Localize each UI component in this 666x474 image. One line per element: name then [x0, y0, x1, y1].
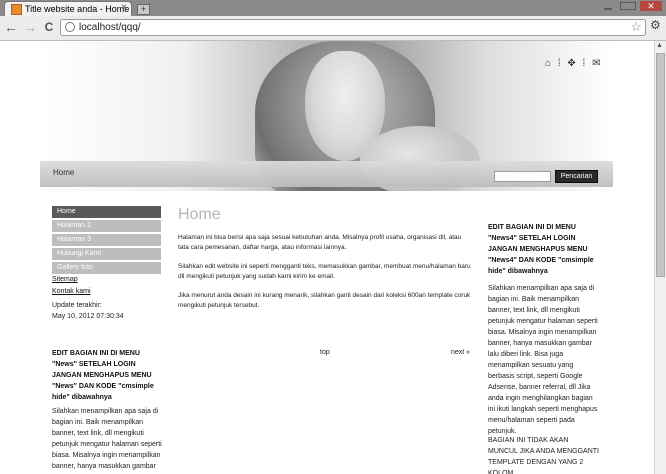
- top-link[interactable]: top: [320, 349, 330, 356]
- header-icons[interactable]: ⌂ ⁞ ✥ ⁞ ✉: [545, 58, 602, 69]
- address-bar[interactable]: localhost/qqq/ ☆: [60, 19, 646, 36]
- sitemap-link[interactable]: Sitemap: [52, 276, 78, 283]
- search-input[interactable]: [494, 171, 551, 182]
- forward-icon[interactable]: →: [22, 19, 38, 35]
- browser-tab[interactable]: Title website anda - Home ×: [4, 1, 132, 16]
- left-block-text: Silahkan menampilkan apa saja di bagian …: [52, 408, 162, 470]
- wrench-icon[interactable]: ⚙: [650, 18, 661, 32]
- right-block-text: Silahkan menampilkan apa saja di bagian …: [488, 285, 598, 435]
- search-button[interactable]: Pencarian: [555, 170, 598, 183]
- main-paragraph-1: Halaman ini bisa berisi apa saja sesuai …: [178, 234, 462, 251]
- nav-bar: Home Pencarian: [40, 161, 613, 187]
- main-paragraph-2: Silahkan edit website ini seperti mengga…: [178, 263, 471, 280]
- menu-item-hubungi-kami[interactable]: Hubungi Kami: [52, 248, 161, 260]
- contact-link[interactable]: Kontak kami: [52, 288, 91, 295]
- favicon-icon: [11, 4, 22, 15]
- minimize-button[interactable]: [600, 2, 616, 10]
- updated-label: Update terakhir:: [52, 302, 102, 309]
- updated-value: May 10, 2012 07:30:34: [52, 313, 124, 320]
- tab-close-icon[interactable]: ×: [121, 2, 127, 13]
- maximize-button[interactable]: [620, 2, 636, 10]
- scroll-up-icon[interactable]: ▲: [656, 42, 663, 49]
- browser-toolbar: ← → C localhost/qqq/ ☆: [0, 16, 666, 41]
- page-icon: [65, 22, 75, 32]
- url-text[interactable]: localhost/qqq/: [79, 22, 141, 33]
- menu-item-home[interactable]: Home: [52, 206, 161, 218]
- main-text: Halaman ini bisa berisi apa saja sesuai …: [178, 233, 472, 320]
- window-close-button[interactable]: ✕: [640, 1, 662, 11]
- vertical-scrollbar[interactable]: ▲: [654, 41, 666, 474]
- right-block-note: BAGIAN INI TIDAK AKAN MUNCUL JIKA ANDA M…: [488, 437, 599, 474]
- scroll-thumb[interactable]: [656, 53, 665, 277]
- main-paragraph-3: Jika menurut anda desain ini kurang mena…: [178, 292, 471, 309]
- back-icon[interactable]: ←: [3, 19, 19, 35]
- nav-home-link[interactable]: Home: [53, 168, 74, 177]
- tab-title: Title website anda - Home: [25, 4, 130, 14]
- page-title: Home: [178, 206, 221, 223]
- left-block-title: EDIT BAGIAN INI DI MENU "News" SETELAH L…: [52, 350, 154, 401]
- last-updated: Update terakhir: May 10, 2012 07:30:34: [52, 300, 124, 322]
- new-tab-button[interactable]: +: [137, 4, 150, 15]
- right-block-title: EDIT BAGIAN INI DI MENU "News4" SETELAH …: [488, 224, 594, 275]
- tab-strip: Title website anda - Home × + ✕: [0, 0, 666, 16]
- bookmark-star-icon[interactable]: ☆: [630, 19, 642, 35]
- menu-item-halaman-2[interactable]: Halaman 2: [52, 220, 161, 232]
- menu-item-halaman-3[interactable]: Halaman 3: [52, 234, 161, 246]
- next-link[interactable]: next »: [451, 349, 470, 356]
- reload-icon[interactable]: C: [41, 19, 57, 35]
- menu-item-gallery-foto[interactable]: Gallery foto: [52, 262, 161, 274]
